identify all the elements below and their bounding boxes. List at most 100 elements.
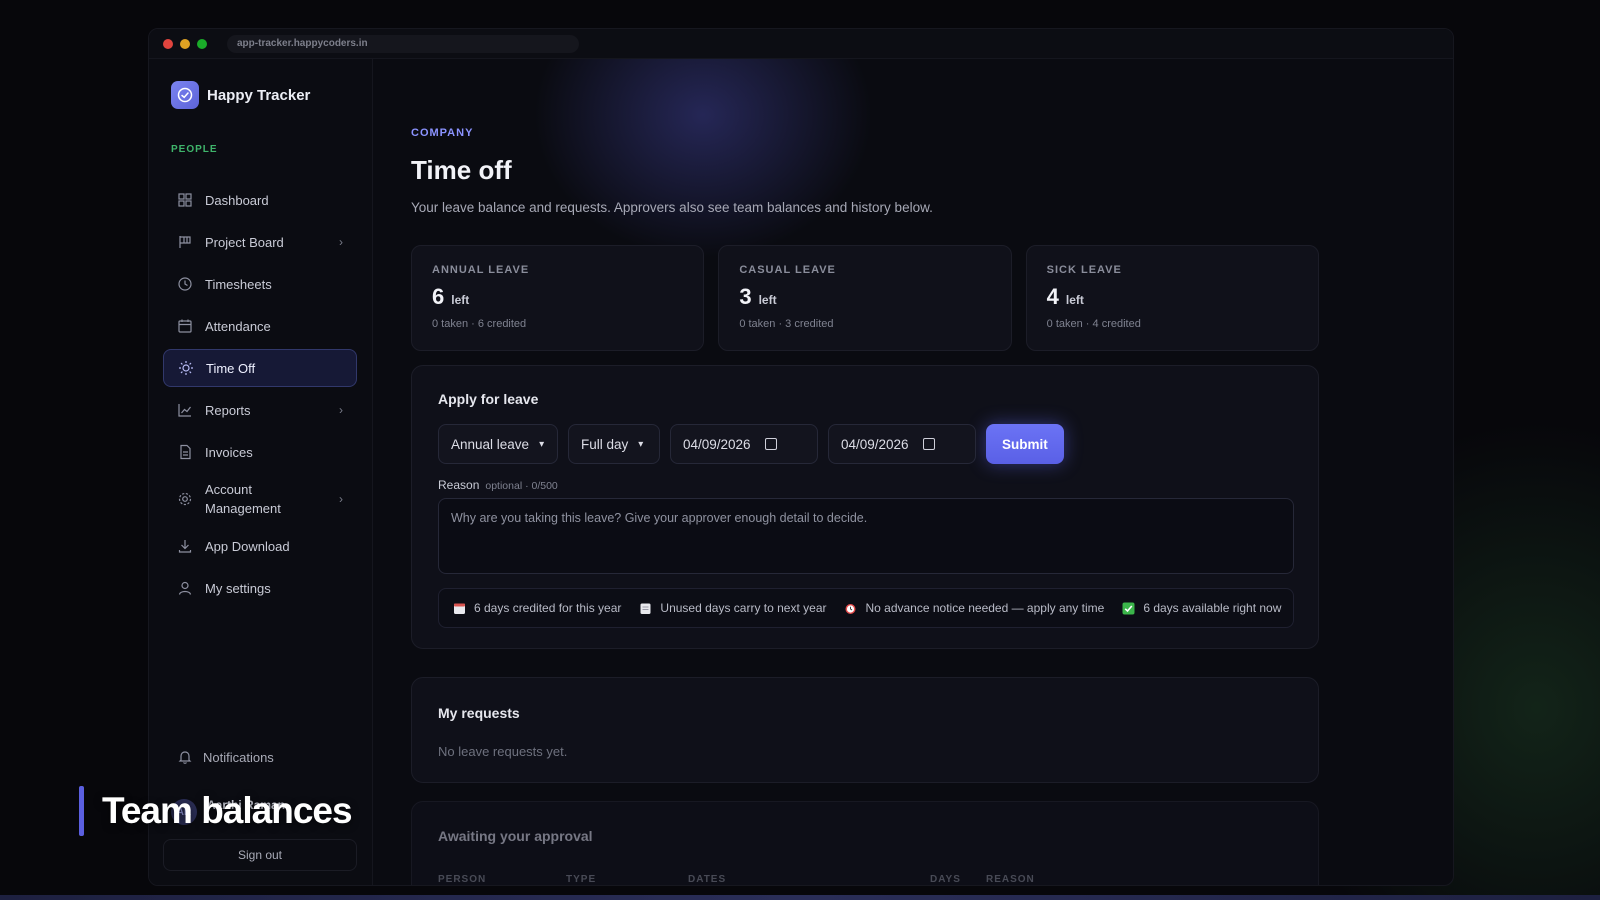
column-header: TYPE [566,874,597,885]
chart-icon [178,404,191,417]
gear-icon [178,492,192,506]
document-icon [180,444,191,460]
close-window-button[interactable] [163,38,173,49]
policy-hint: 6 days available right now [1122,601,1281,615]
sidebar-item-attendance[interactable]: Attendance [163,307,357,345]
sidebar-item-label: My settings [205,580,271,596]
page-title: Time off [411,155,512,185]
notifications-label: Notifications [203,749,274,765]
reason-label-text: Reason [438,478,480,492]
bell-icon [178,751,192,764]
duration-value: Full day [581,436,629,452]
apply-leave-controls: Annual leave ▾ Full day ▾ 04/09/2026 04/… [438,424,1064,464]
start-date-value: 04/09/2026 [683,436,751,452]
policy-hint-text: 6 days credited for this year [474,601,622,615]
chevron-right-icon: › [339,492,343,506]
chevron-right-icon: › [339,235,343,249]
leave-balance-cards: ANNUAL LEAVE 6 left 0 taken · 6 credited… [411,245,1319,351]
page-subtitle: Your leave balance and requests. Approve… [411,200,933,215]
submit-button[interactable]: Submit [986,424,1064,464]
sidebar-item-label: App Download [205,538,290,554]
page-eyebrow: COMPANY [411,127,474,139]
sidebar-nav: Dashboard Project Board › Timesheets Att… [163,181,357,611]
apply-leave-panel: Apply for leave Annual leave ▾ Full day … [411,365,1319,649]
my-requests-title: My requests [438,705,520,721]
chevron-down-icon: ▾ [638,438,644,450]
policy-hint: 6 days credited for this year [453,601,621,615]
calendar-icon[interactable] [764,438,777,450]
balance-meta: 0 taken · 4 credited [1046,318,1141,330]
calendar-icon [178,319,192,333]
brand[interactable]: Happy Tracker [171,81,310,109]
reason-hint: optional · 0/500 [485,480,558,492]
sidebar-item-my-settings[interactable]: My settings [163,569,357,607]
check-mark-icon [1122,602,1135,614]
bottom-strip [0,895,1600,900]
sun-icon [179,361,193,375]
url-bar[interactable]: app-tracker.happycoders.in [227,35,579,53]
end-date-input[interactable]: 04/09/2026 [828,424,976,464]
sidebar-item-project-board[interactable]: Project Board › [163,223,357,261]
calendar-icon [454,603,465,614]
browser-titlebar: app-tracker.happycoders.in [149,29,1453,59]
reason-label: Reason optional · 0/500 [438,478,558,492]
policy-hint-text: Unused days carry to next year [660,601,827,615]
empty-requests-message: No leave requests yet. [438,744,568,759]
balance-meta: 0 taken · 6 credited [432,318,527,330]
sidebar-item-dashboard[interactable]: Dashboard [163,181,357,219]
sidebar-item-invoices[interactable]: Invoices [163,433,357,471]
sidebar-item-timesheets[interactable]: Timesheets [163,265,357,303]
balance-card-annual: ANNUAL LEAVE 6 left 0 taken · 6 credited [411,245,705,351]
column-header: PERSON [438,874,487,885]
sign-out-button[interactable]: Sign out [163,839,357,871]
sidebar-item-label: Invoices [205,444,253,460]
browser-window: app-tracker.happycoders.in Happy Tracker… [148,28,1454,886]
policy-hint-text: 6 days available right now [1143,601,1282,615]
alarm-clock-icon [845,603,856,614]
grid-icon [178,193,192,207]
sidebar-item-account-management[interactable]: Account Management › [163,475,357,523]
balance-card-sick: SICK LEAVE 4 left 0 taken · 4 credited [1025,245,1319,351]
duration-select[interactable]: Full day ▾ [568,424,660,464]
sidebar-item-label: Timesheets [205,276,272,292]
leave-type-select[interactable]: Annual leave ▾ [438,424,558,464]
sidebar-item-reports[interactable]: Reports › [163,391,357,429]
balance-meta: 0 taken · 3 credited [739,318,834,330]
policy-hint: No advance notice needed — apply any tim… [844,601,1104,615]
start-date-input[interactable]: 04/09/2026 [670,424,818,464]
balance-value: 6 [432,284,445,309]
caption-accent-bar [79,786,84,836]
sidebar-item-label: Attendance [205,318,271,334]
leave-type-value: Annual leave [451,436,530,452]
balance-card-casual: CASUAL LEAVE 3 left 0 taken · 3 credited [718,245,1012,351]
sidebar-item-app-download[interactable]: App Download [163,527,357,565]
caption-overlay: Team balances [79,786,353,836]
calendar-icon[interactable] [922,438,935,450]
sidebar-item-label: Account Management [205,482,281,516]
column-header: REASON [986,874,1035,885]
notifications-link[interactable]: Notifications [177,749,274,765]
notepad-icon [640,603,651,614]
brand-subtitle: PEOPLE [171,144,218,155]
apply-leave-title: Apply for leave [438,391,539,407]
sidebar-item-label: Project Board [205,234,284,250]
user-icon [178,581,192,595]
minimize-window-button[interactable] [180,38,190,49]
maximize-window-button[interactable] [197,38,207,49]
reason-textarea[interactable]: Why are you taking this leave? Give your… [438,498,1294,574]
policy-hint: Unused days carry to next year [639,601,826,615]
column-header: DATES [688,874,727,885]
brand-name: Happy Tracker [207,86,311,104]
sidebar-item-label: Dashboard [205,192,269,208]
end-date-value: 04/09/2026 [841,436,909,452]
balance-label: CASUAL LEAVE [739,264,836,276]
leave-policy-hints: 6 days credited for this year Unused day… [438,588,1294,628]
sidebar-item-time-off[interactable]: Time Off [163,349,357,387]
happy-tracker-logo-icon [171,81,199,109]
download-icon [178,540,192,553]
awaiting-approval-panel: Awaiting your approval PERSON TYPE DATES… [411,801,1319,885]
balance-value: 4 [1046,284,1059,309]
balance-unit: left [451,293,470,307]
sidebar-item-label: Reports [205,402,251,418]
caption-text: Team balances [102,790,353,831]
